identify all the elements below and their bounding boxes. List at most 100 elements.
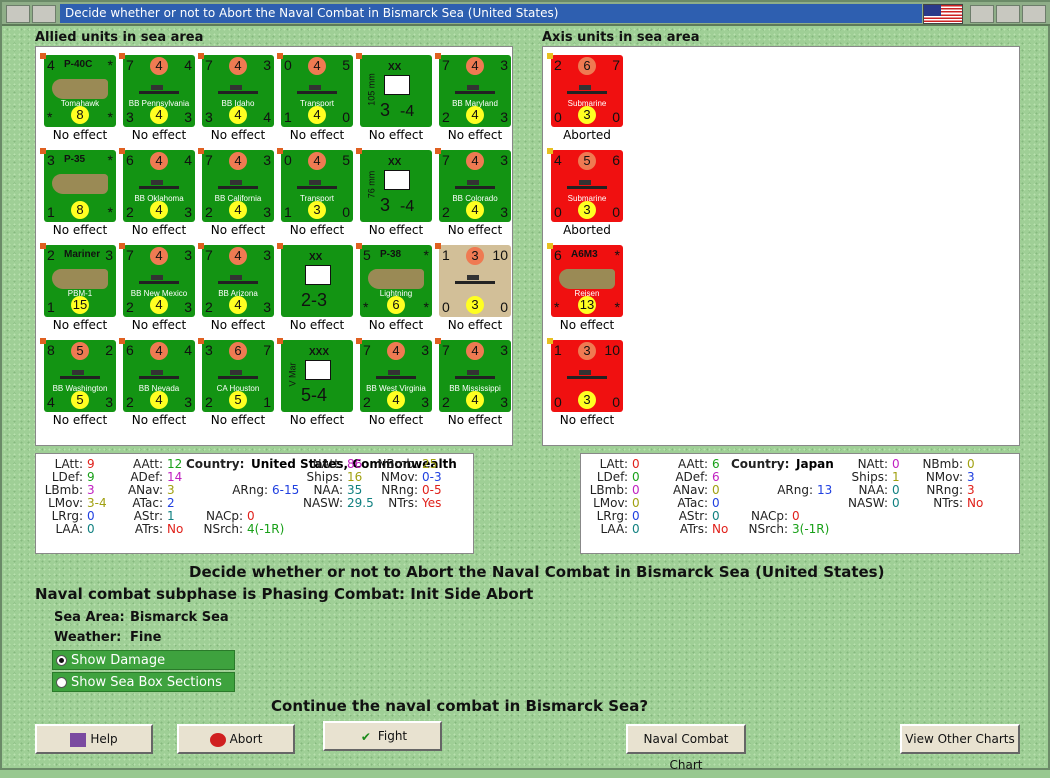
counter-top-center: 6 [578,57,596,75]
close-icon[interactable] [1022,5,1046,23]
stat-value: 4(-1R) [247,522,285,536]
unit-counter[interactable]: 6 A6M3 * Reisen * 13 * [547,243,623,317]
stat-key: AStr: [678,509,708,523]
counter-top-right: 3 [105,247,113,263]
counter-bottom-right: 3 [263,299,271,315]
counter-bottom-center: 4 [387,391,405,409]
stat-value: 0 [892,457,900,471]
counter-top-right: * [107,152,113,168]
unit-counter[interactable]: 3 P-35 * 1 8 * [40,148,116,222]
stat-key: NASW: [302,496,343,510]
unit-counter[interactable]: XX 105 mm 3 -4 [356,53,432,127]
unit-counter[interactable]: 7 4 3 BB Mississippi 2 4 3 [435,338,511,412]
unit-counter[interactable]: 7 4 3 BB Idaho 3 4 4 [198,53,274,127]
weather-label: Weather: [54,630,122,645]
counter-top-left: 6 [126,342,134,358]
show-sections-radio[interactable]: Show Sea Box Sections [52,672,235,692]
counter-top-left: 7 [126,247,134,263]
unit-effect: No effect [289,223,345,237]
stat-value: 0 [632,457,640,471]
unit-counter[interactable]: 3 6 7 CA Houston 2 5 1 [198,338,274,412]
stat-key: NASW: [847,496,888,510]
unit-effect: No effect [131,318,187,332]
unit-counter[interactable]: 5 P-38 * Lightning * 6 * [356,243,432,317]
unit-counter[interactable]: XX 2-3 [277,243,353,317]
plane-silhouette-icon [368,269,424,289]
unit-effect: No effect [559,318,615,332]
counter-top-right: 4 [184,152,192,168]
counter-bottom-center: 4 [308,106,326,124]
counter-bottom-center: 13 [578,296,596,314]
counter-top-left: 7 [363,342,371,358]
unit-counter[interactable]: 6 4 4 BB Oklahoma 2 4 3 [119,148,195,222]
game-window: Decide whether or not to Abort the Naval… [0,0,1050,772]
unit-counter[interactable]: 1 3 10 0 3 0 [547,338,623,412]
view-other-charts-button[interactable]: View Other Charts [900,724,1020,754]
unit-status-marker [547,53,553,59]
unit-counter[interactable]: 7 4 3 BB Colorado 2 4 3 [435,148,511,222]
counter-top-right: 3 [263,152,271,168]
weather-value: Fine [130,630,162,645]
unit-counter[interactable]: 8 5 2 BB Washington 4 5 3 [40,338,116,412]
unit-counter[interactable]: 7 4 3 BB Maryland 2 4 3 [435,53,511,127]
ship-silhouette-icon [218,85,258,94]
unit-counter[interactable]: 7 4 3 BB Arizona 2 4 3 [198,243,274,317]
minimize-icon[interactable] [970,5,994,23]
unit-counter[interactable]: 7 4 3 BB New Mexico 2 4 3 [119,243,195,317]
fight-button[interactable]: ✔ Fight [323,721,442,751]
other-label: View Other Charts [905,732,1015,746]
unit-counter[interactable]: 1 3 10 0 3 0 [435,243,511,317]
stat-key: LBmb: [44,483,83,497]
abort-button[interactable]: Abort [177,724,295,754]
stat-value: 3(-1R) [792,522,830,536]
continue-question: Continue the naval combat in Bismarck Se… [271,697,649,715]
unit-counter[interactable]: 7 4 3 BB West Virginia 2 4 3 [356,338,432,412]
counter-bottom-right: * [423,299,429,315]
counter-bottom-center: 4 [229,201,247,219]
counter-bottom-right: 0 [342,204,350,220]
counter-bottom-left: * [363,299,369,315]
help-button[interactable]: Help [35,724,153,754]
ship-silhouette-icon [218,370,258,379]
unit-name: 76 mm [366,170,377,199]
unit-counter[interactable]: 2 6 7 Submarine 0 3 0 [547,53,623,127]
counter-top-center: 4 [229,57,247,75]
counter-top-left: 2 [554,57,562,73]
counter-top-left: 3 [47,152,55,168]
unit-status-marker [435,243,441,249]
maximize-icon[interactable] [996,5,1020,23]
ship-silhouette-icon [567,85,607,94]
subphase-message: Naval combat subphase is Phasing Combat:… [35,585,534,603]
counter-top-right: 3 [500,342,508,358]
collapse-icon[interactable] [32,5,56,23]
unit-counter[interactable]: XX 76 mm 3 -4 [356,148,432,222]
unit-counter[interactable]: 4 5 6 Submarine 0 3 0 [547,148,623,222]
unit-counter[interactable]: 0 4 5 Transport 1 4 0 [277,53,353,127]
counter-bottom-center: 4 [466,391,484,409]
unit-counter[interactable]: 6 4 4 BB Nevada 2 4 3 [119,338,195,412]
counter-top-center: 4 [229,247,247,265]
unit-status-marker [356,338,362,344]
counter-top-left: 7 [126,57,134,73]
counter-top-center: 4 [466,342,484,360]
stat-value: 0 [892,483,900,497]
counter-bottom-right: 3 [500,109,508,125]
radio-selected-icon [56,655,67,666]
counter-top-left: 7 [205,152,213,168]
naval-combat-chart-button[interactable]: Naval Combat Chart [626,724,746,772]
unit-counter[interactable]: 7 4 4 BB Pennsylvania 3 4 3 [119,53,195,127]
unit-size: XXX [309,347,330,358]
unit-counter[interactable]: 2 Mariner 3 PBM-1 1 15 [40,243,116,317]
stat-key: ATrs: [134,522,163,536]
unit-effect: No effect [210,223,266,237]
unit-counter[interactable]: 7 4 3 BB California 2 4 3 [198,148,274,222]
unit-counter[interactable]: 0 4 5 Transport 1 3 0 [277,148,353,222]
counter-top-center: 4 [150,152,168,170]
unit-counter[interactable]: 4 P-40C * Tomahawk * 8 * [40,53,116,127]
counter-bottom-center: 4 [466,106,484,124]
stat-value: 0-3 [422,470,442,484]
system-menu-icon[interactable] [6,5,30,23]
unit-counter[interactable]: XXX V Mar 5-4 [277,338,353,412]
show-damage-radio[interactable]: Show Damage [52,650,235,670]
ship-silhouette-icon [218,180,258,189]
